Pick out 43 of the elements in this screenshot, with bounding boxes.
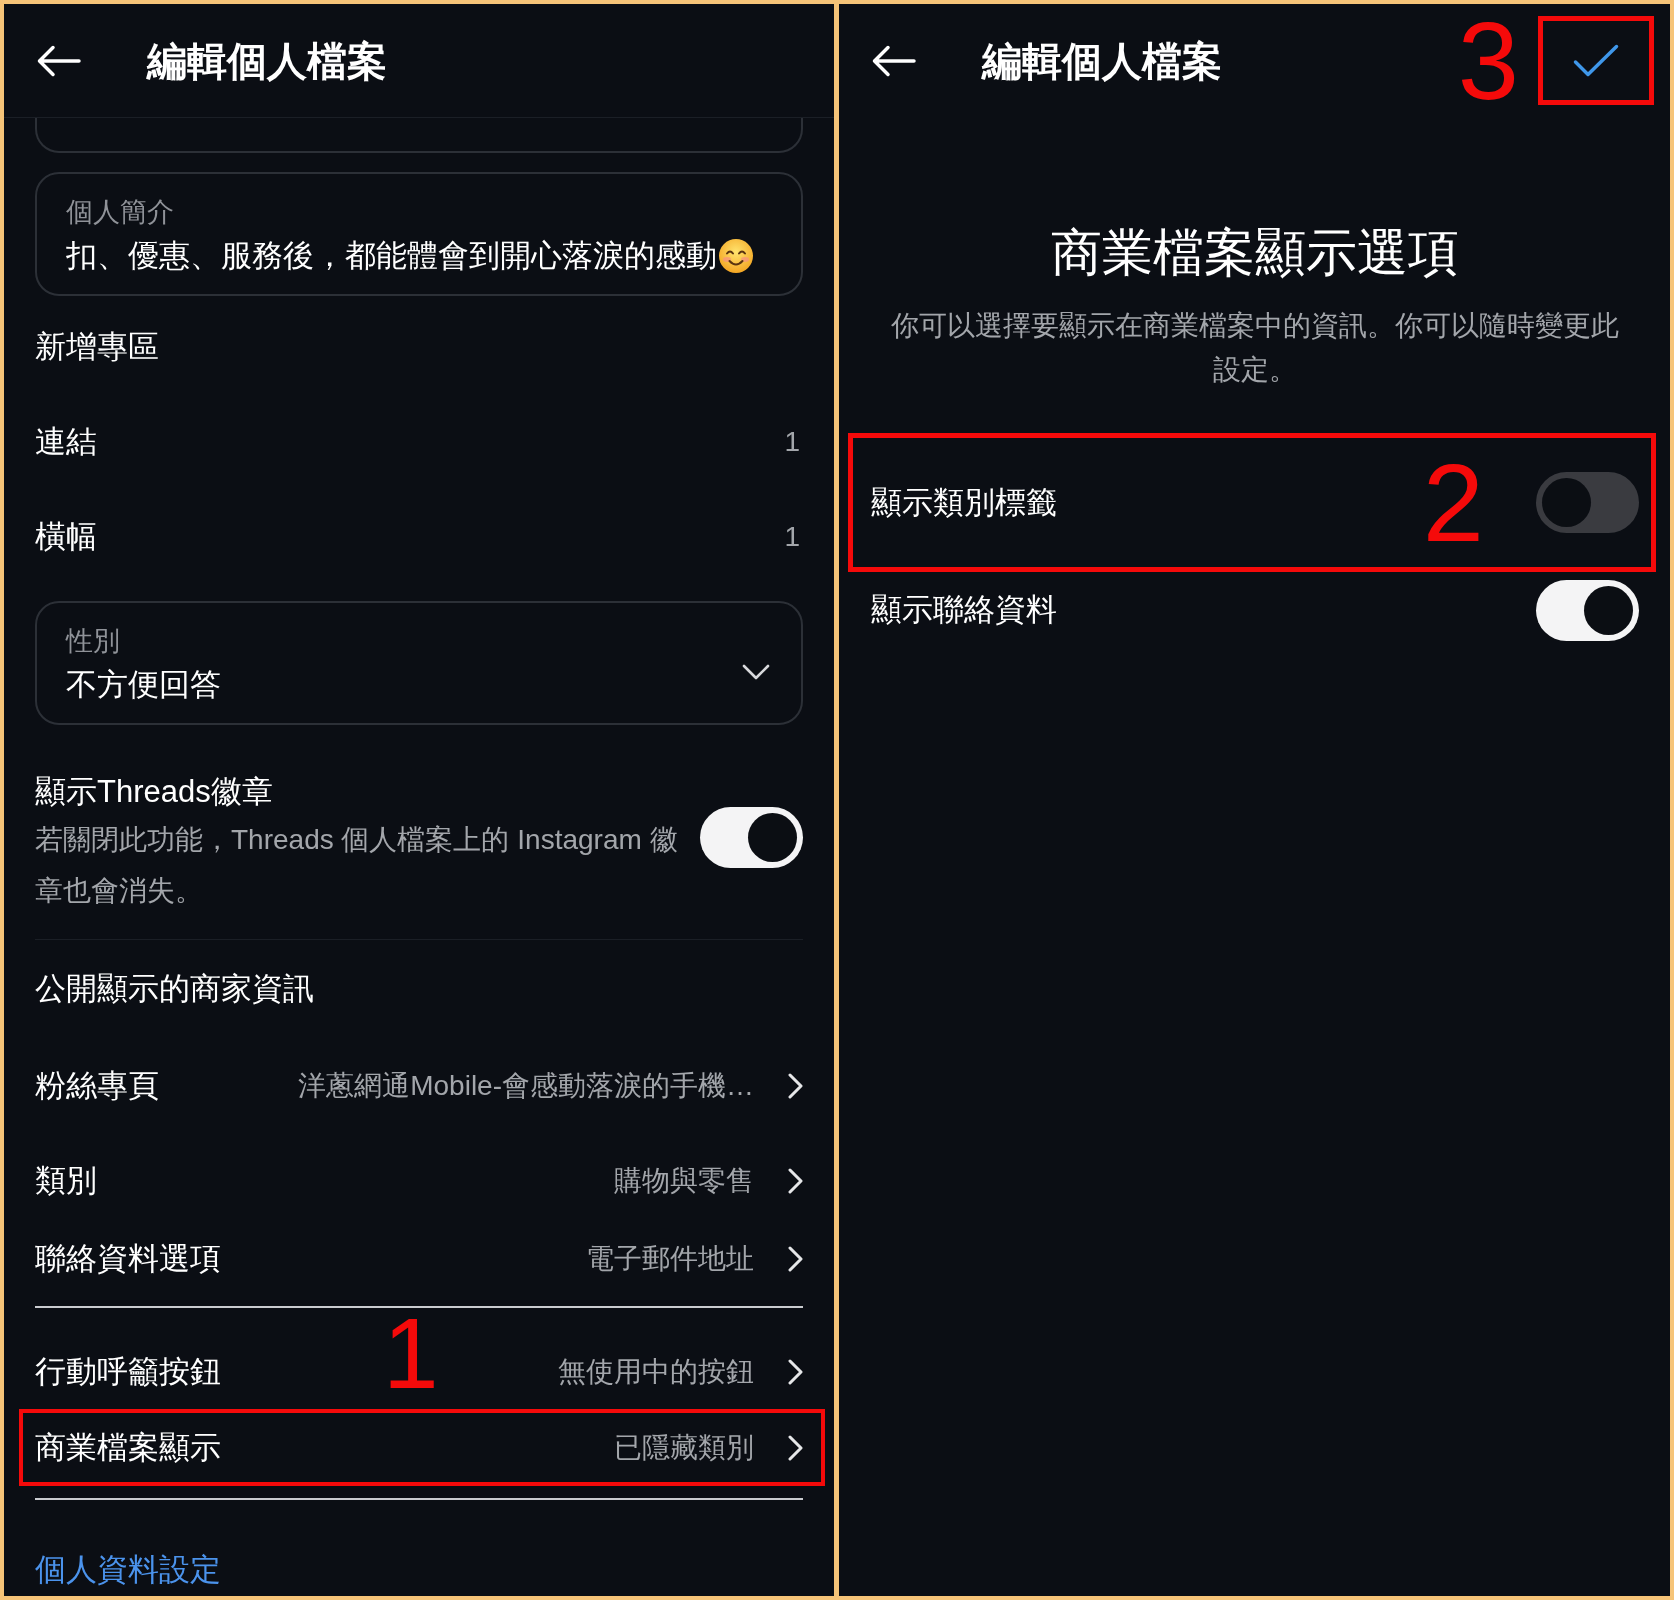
check-icon [1573, 43, 1619, 78]
setting-value: 洋蔥網通Mobile-會感動落淚的手機… [298, 1069, 754, 1103]
menu-item[interactable]: 連結 [35, 421, 97, 462]
input-field[interactable] [35, 118, 803, 153]
menu-item[interactable]: 橫幅 [35, 516, 97, 557]
setting-label[interactable]: 商業檔案顯示 [35, 1427, 221, 1468]
setting-label[interactable]: 粉絲專頁 [35, 1066, 159, 1106]
toggle-label: 顯示聯絡資料 [871, 591, 1057, 629]
bio-field[interactable]: 個人簡介 扣、優惠、服務後，都能體會到開心落淚的感動 [35, 172, 803, 296]
setting-value: 無使用中的按鈕 [558, 1354, 754, 1389]
smiling-face-icon [719, 239, 753, 273]
back-arrow-icon[interactable] [872, 44, 916, 77]
page-title: 編輯個人檔案 [982, 37, 1222, 85]
setting-value: 已隱藏類別 [614, 1430, 754, 1465]
toggle-label: 顯示類別標籤 [871, 483, 1057, 522]
annotation-number: 2 [1422, 447, 1484, 558]
section-heading: 公開顯示的商家資訊 [35, 969, 314, 1008]
chevron-right-icon[interactable] [788, 1358, 803, 1385]
chevron-right-icon[interactable] [788, 1246, 803, 1272]
setting-label[interactable]: 聯絡資料選項 [35, 1239, 221, 1279]
annotation-number: 1 [383, 1303, 439, 1403]
profile-settings-link[interactable]: 個人資料設定 [35, 1550, 221, 1590]
chevron-right-icon[interactable] [788, 1073, 803, 1099]
setting-label[interactable]: 行動呼籲按鈕 [35, 1351, 221, 1392]
chevron-down-icon [742, 664, 770, 680]
chevron-right-icon[interactable] [788, 1168, 803, 1194]
back-arrow-icon[interactable] [37, 44, 81, 77]
setting-label[interactable]: 類別 [35, 1161, 97, 1201]
setting-description: 若關閉此功能，Threads 個人檔案上的 Instagram 徽章也會消失。 [35, 823, 679, 908]
menu-item[interactable]: 新增專區 [35, 326, 159, 367]
setting-value: 購物與零售 [614, 1164, 754, 1198]
gender-dropdown[interactable]: 性別 不方便回答 [35, 601, 803, 725]
toggle-switch[interactable] [1536, 579, 1639, 641]
setting-value: 電子郵件地址 [586, 1242, 754, 1276]
toggle-switch[interactable] [700, 807, 803, 868]
options-heading: 商業檔案顯示選項 [1050, 223, 1459, 283]
count-text: 1 [784, 424, 800, 459]
page-title: 編輯個人檔案 [147, 37, 387, 85]
annotation-number: 3 [1457, 5, 1519, 116]
count-text: 1 [784, 519, 800, 554]
chevron-right-icon[interactable] [788, 1434, 803, 1461]
setting-title: 顯示Threads徽章 [35, 773, 274, 811]
options-description: 你可以選擇要顯示在商業檔案中的資訊。你可以隨時變更此設定。 [889, 309, 1620, 387]
